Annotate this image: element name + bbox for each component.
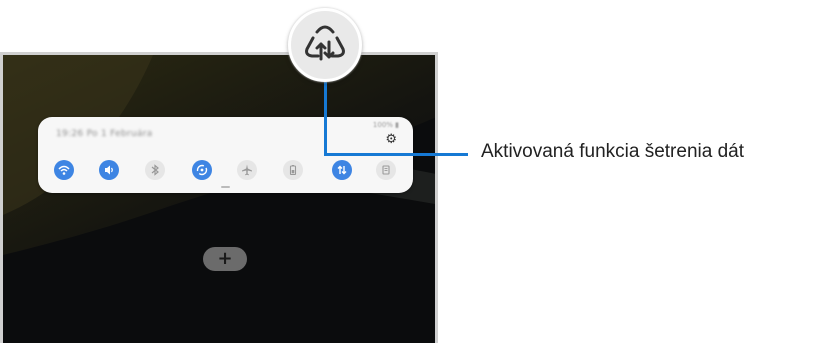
callout-label: Aktivovaná funkcia šetrenia dát — [481, 141, 744, 162]
data-saver-icon[interactable] — [332, 160, 352, 180]
wifi-icon[interactable] — [54, 160, 74, 180]
zoom-callout — [288, 8, 362, 82]
add-icon[interactable]: + — [203, 247, 247, 271]
tablet-screen: + 19:26 Po 1 Februára 100% ▮ ⚙ — [0, 52, 438, 343]
airplane-icon[interactable] — [237, 160, 257, 180]
gear-icon[interactable]: ⚙ — [385, 132, 397, 147]
data-saver-icon — [305, 25, 345, 61]
auto-rotate-icon[interactable] — [192, 160, 212, 180]
sound-icon[interactable] — [99, 160, 119, 180]
bluetooth-icon[interactable] — [145, 160, 165, 180]
more-icon[interactable] — [376, 160, 396, 180]
callout-line-vertical — [324, 82, 327, 156]
status-bar: 100% ▮ — [372, 121, 399, 129]
date-time: 19:26 Po 1 Februára — [56, 129, 153, 139]
power-saving-icon[interactable] — [283, 160, 303, 180]
panel-handle[interactable] — [221, 186, 230, 188]
callout-line-horizontal — [324, 153, 468, 156]
wallpaper — [3, 55, 435, 343]
